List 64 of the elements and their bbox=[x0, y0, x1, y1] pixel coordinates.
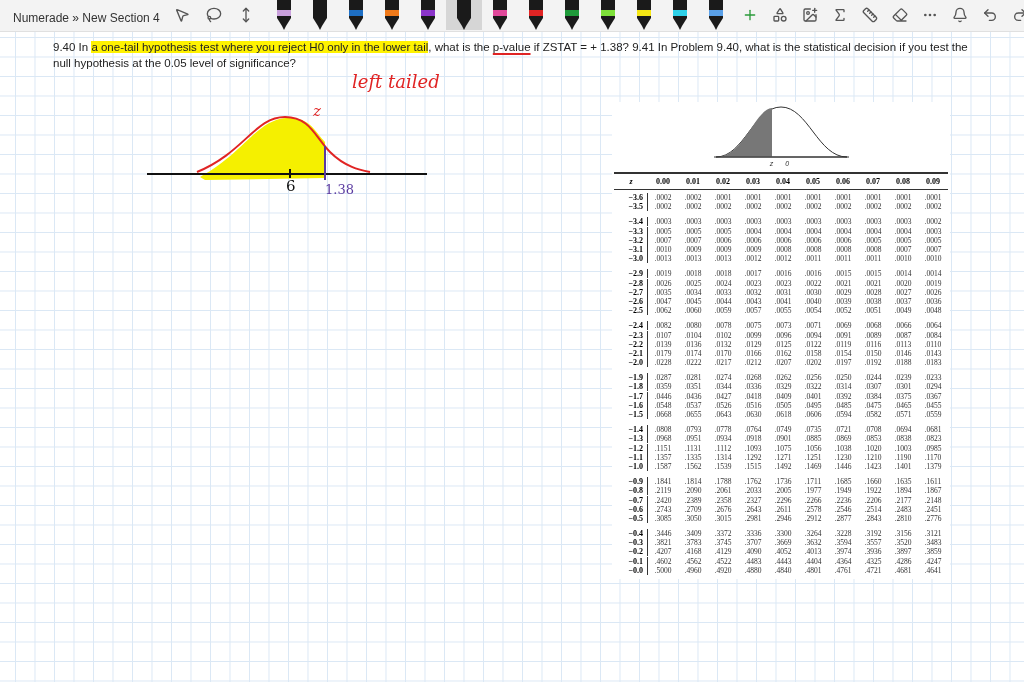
row-header: −3.0 bbox=[614, 254, 648, 264]
eraser-icon[interactable] bbox=[891, 7, 908, 23]
handwritten-note: left tailed bbox=[352, 70, 440, 94]
row-header: −1.0 bbox=[614, 461, 648, 471]
column-header: 0.03 bbox=[745, 175, 761, 188]
breadcrumb[interactable]: Numerade » New Section 4 bbox=[13, 9, 160, 27]
column-header: 0.05 bbox=[805, 175, 821, 188]
row-header: −0.6 bbox=[614, 504, 648, 514]
ruler-icon[interactable] bbox=[861, 7, 878, 23]
column-header: 0.07 bbox=[865, 175, 881, 188]
column-header: 0.06 bbox=[835, 175, 851, 188]
row-header: −1.4 bbox=[614, 425, 648, 435]
pen-tool[interactable] bbox=[445, 0, 482, 30]
row-header: −0.2 bbox=[614, 547, 648, 557]
row-header: −0.8 bbox=[614, 486, 648, 496]
row-header: −1.2 bbox=[614, 443, 648, 453]
row-header: −1.1 bbox=[614, 452, 648, 462]
row-header: −1.9 bbox=[614, 373, 648, 383]
row-header: −2.8 bbox=[614, 278, 648, 288]
row-header: −2.2 bbox=[614, 339, 648, 349]
question-text: 9.40 In a one-tail hypothesis test where you reject H0 only in the lower tail, what is the p-value if ZSTAT = + 1.38? 9.41 In Problem 9.40, what is the statistical decision if you test the null hypothesis at the 0.05 level of significance? bbox=[53, 40, 969, 71]
row-header: −2.1 bbox=[614, 348, 648, 358]
column-header: 0.01 bbox=[685, 175, 701, 188]
image-icon[interactable] bbox=[801, 7, 818, 23]
row-header: −3.4 bbox=[614, 217, 648, 227]
row-header: −1.8 bbox=[614, 382, 648, 392]
redo-icon[interactable] bbox=[1011, 7, 1024, 23]
row-header: −0.5 bbox=[614, 513, 648, 523]
row-header: −2.6 bbox=[614, 296, 648, 306]
row-header: −1.6 bbox=[614, 400, 648, 410]
row-header: −3.5 bbox=[614, 202, 648, 212]
row-header: −1.7 bbox=[614, 391, 648, 401]
column-header: 0.00 bbox=[655, 175, 671, 188]
lasso-icon[interactable] bbox=[205, 7, 222, 23]
row-header: −1.5 bbox=[614, 410, 648, 420]
row-header: −0.3 bbox=[614, 538, 648, 548]
row-header: −3.1 bbox=[614, 245, 648, 255]
shapes-icon[interactable] bbox=[771, 7, 788, 23]
row-header: −2.3 bbox=[614, 330, 648, 340]
row-header: −0.1 bbox=[614, 556, 648, 566]
row-header: −2.9 bbox=[614, 269, 648, 279]
row-header: −2.5 bbox=[614, 306, 648, 316]
handwritten-label: 6 bbox=[286, 176, 296, 197]
undo-icon[interactable] bbox=[981, 7, 998, 23]
row-header: −0.9 bbox=[614, 477, 648, 487]
row-header: −3.6 bbox=[614, 193, 648, 203]
row-header: −2.0 bbox=[614, 358, 648, 368]
column-header: 0.09 bbox=[925, 175, 941, 188]
handwritten-label: 1.38 bbox=[325, 181, 354, 199]
row-header: −3.2 bbox=[614, 235, 648, 245]
bell-icon[interactable] bbox=[951, 7, 968, 23]
row-header: −0.0 bbox=[614, 565, 648, 575]
column-header: 0.02 bbox=[715, 175, 731, 188]
row-header: −2.4 bbox=[614, 321, 648, 331]
row-header: −1.3 bbox=[614, 434, 648, 444]
row-header: −0.4 bbox=[614, 529, 648, 539]
column-header: 0.04 bbox=[775, 175, 791, 188]
row-header: −0.7 bbox=[614, 495, 648, 505]
column-header: z bbox=[628, 175, 634, 188]
select-icon[interactable] bbox=[173, 7, 190, 23]
column-header: 0.08 bbox=[895, 175, 911, 188]
handwritten-label: z bbox=[313, 101, 321, 122]
row-header: −2.7 bbox=[614, 287, 648, 297]
row-header: −3.3 bbox=[614, 226, 648, 236]
